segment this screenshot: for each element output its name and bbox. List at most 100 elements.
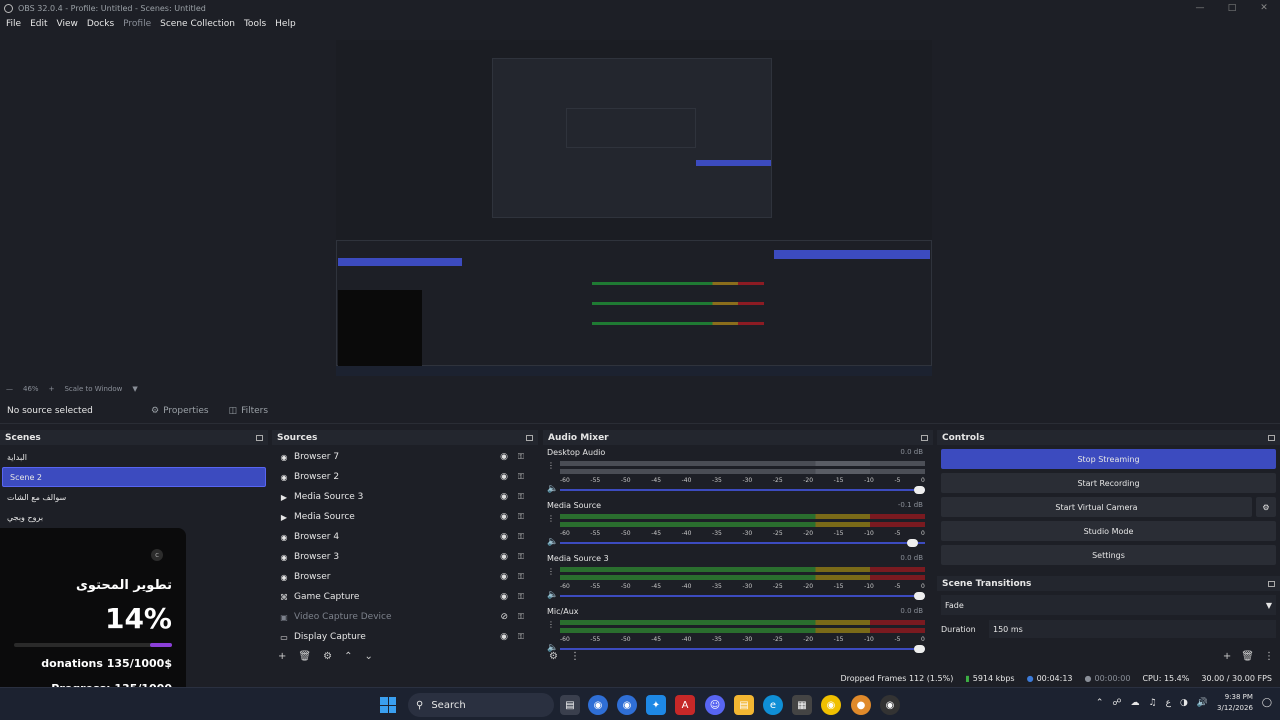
volume-slider-knob[interactable] [914,592,925,600]
scene-item[interactable]: البداية [0,447,268,467]
volume-slider[interactable] [560,592,925,600]
chevron-down-icon[interactable]: ▼ [132,385,137,393]
speaker-icon[interactable]: 🔈 [547,590,558,600]
lock-icon[interactable]: ⚿ [518,592,524,602]
eye-icon[interactable]: ◉ [500,552,508,562]
source-item[interactable]: ▶ Media Source ◉ ⚿ [272,507,538,527]
scene-item[interactable]: بروح وبجي [0,507,268,527]
notification-bell-icon[interactable]: ◯ [1262,698,1272,708]
menu-help[interactable]: Help [275,19,296,29]
eye-icon[interactable]: ◉ [500,572,508,582]
minimize-button[interactable]: — [1184,0,1216,16]
menu-view[interactable]: View [57,19,78,29]
add-transition-button[interactable]: + [1223,651,1231,662]
eye-icon[interactable]: ◉ [500,492,508,502]
eye-icon[interactable]: ◉ [500,472,508,482]
zoom-in-button[interactable]: + [49,385,55,393]
tray-wifi-icon[interactable]: ◑ [1180,698,1188,708]
volume-slider[interactable] [560,486,925,494]
properties-button[interactable]: ⚙ Properties [147,404,213,418]
maximize-button[interactable]: □ [1216,0,1248,16]
undock-icon[interactable] [921,434,928,441]
transition-select[interactable]: Fade ▼ [941,595,1276,615]
tray-network-icon[interactable]: ☍ [1112,698,1121,708]
channel-menu-icon[interactable]: ⋮ [547,567,557,576]
channel-menu-icon[interactable]: ⋮ [547,620,557,629]
speaker-icon[interactable]: 🔈 [547,537,558,547]
lock-icon[interactable]: ⚿ [518,552,524,562]
lock-icon[interactable]: ⚿ [518,572,524,582]
task-view-icon[interactable]: ▤ [560,695,580,715]
transition-menu-icon[interactable]: ⋮ [1264,651,1274,662]
copilot-icon[interactable]: ✦ [646,695,666,715]
remove-transition-icon[interactable]: 🗑 [1241,651,1254,662]
source-item[interactable]: ⌘ Game Capture ◉ ⚿ [272,587,538,607]
undock-icon[interactable] [526,434,533,441]
system-clock[interactable]: 9:38 PM 3/12/2026 [1217,692,1253,714]
scale-mode-select[interactable]: Scale to Window [64,385,122,393]
undock-icon[interactable] [1268,434,1275,441]
source-item[interactable]: ◉ Browser 7 ◉ ⚿ [272,447,538,467]
volume-slider-knob[interactable] [906,539,918,547]
obs-taskbar-icon[interactable]: ◉ [880,695,900,715]
menu-file[interactable]: File [6,19,21,29]
menu-tools[interactable]: Tools [244,19,266,29]
undock-icon[interactable] [256,434,263,441]
mixer-menu-icon[interactable]: ⋮ [570,651,580,662]
source-item[interactable]: ▭ Display Capture ◉ ⚿ [272,627,538,647]
undock-icon[interactable] [1268,580,1275,587]
source-item[interactable]: ▶ Media Source 3 ◉ ⚿ [272,487,538,507]
settings-button[interactable]: Settings [941,545,1276,565]
app-orange-icon[interactable]: ● [851,695,871,715]
eye-hidden-icon[interactable]: ⊘ [500,612,508,622]
eye-icon[interactable]: ◉ [500,632,508,642]
chrome-active-icon[interactable]: ◉ [617,695,637,715]
lock-icon[interactable]: ⚿ [518,492,524,502]
filters-button[interactable]: ◫ Filters [225,404,273,418]
overlay-close-icon[interactable]: c [151,549,163,561]
duration-input[interactable]: 150 ms [989,620,1276,638]
remove-source-icon[interactable]: 🗑 [298,651,311,662]
menu-scene-collection[interactable]: Scene Collection [160,19,235,29]
chrome-icon[interactable]: ◉ [588,695,608,715]
file-explorer-icon[interactable]: ▤ [734,695,754,715]
eye-icon[interactable]: ◉ [500,532,508,542]
mixer-settings-icon[interactable]: ⚙ [549,651,558,662]
studio-mode-button[interactable]: Studio Mode [941,521,1276,541]
lock-icon[interactable]: ⚿ [518,632,524,642]
app-a-icon[interactable]: A [675,695,695,715]
menu-profile[interactable]: Profile [123,19,151,29]
virtual-camera-settings-icon[interactable]: ⚙ [1256,497,1276,517]
tray-cloud-icon[interactable]: ☁ [1130,698,1139,708]
app-yellow-icon[interactable]: ◉ [821,695,841,715]
discord-icon[interactable]: ☺ [705,695,725,715]
move-down-icon[interactable]: ⌄ [364,651,372,662]
scene-item-selected[interactable]: Scene 2 [2,467,266,487]
edge-icon[interactable]: e [763,695,783,715]
menu-docks[interactable]: Docks [87,19,114,29]
stop-streaming-button[interactable]: Stop Streaming [941,449,1276,469]
tray-volume-icon[interactable]: 🔊 [1197,698,1208,708]
tray-chevron-up-icon[interactable]: ⌃ [1096,698,1104,708]
muted-speaker-icon[interactable]: 🔈 [547,484,558,494]
taskbar-search[interactable]: ⚲ Search [408,693,554,717]
add-source-button[interactable]: + [278,651,286,662]
menu-edit[interactable]: Edit [30,19,47,29]
volume-slider-knob[interactable] [914,486,925,494]
eye-icon[interactable]: ◉ [500,512,508,522]
lock-icon[interactable]: ⚿ [518,612,524,622]
lock-icon[interactable]: ⚿ [518,452,524,462]
eye-icon[interactable]: ◉ [500,592,508,602]
start-recording-button[interactable]: Start Recording [941,473,1276,493]
start-virtual-camera-button[interactable]: Start Virtual Camera [941,497,1252,517]
close-window-button[interactable]: ✕ [1248,0,1280,16]
source-properties-icon[interactable]: ⚙ [323,651,332,662]
source-item[interactable]: ▣ Video Capture Device ⊘ ⚿ [272,607,538,627]
zoom-out-button[interactable]: — [6,385,13,393]
channel-menu-icon[interactable]: ⋮ [547,514,557,523]
lock-icon[interactable]: ⚿ [518,532,524,542]
source-item[interactable]: ◉ Browser 2 ◉ ⚿ [272,467,538,487]
move-up-icon[interactable]: ⌃ [344,651,352,662]
scene-item[interactable]: سوالف مع الشات [0,487,268,507]
source-item[interactable]: ◉ Browser ◉ ⚿ [272,567,538,587]
